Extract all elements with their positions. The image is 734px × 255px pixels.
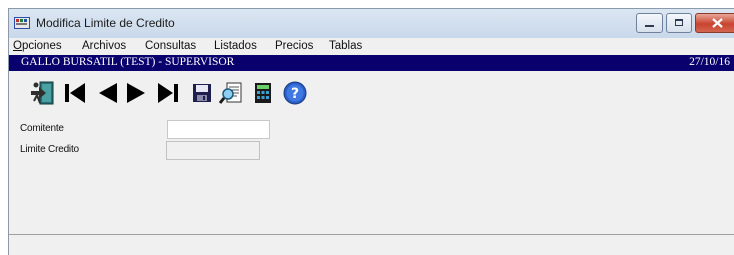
save-button[interactable] bbox=[188, 79, 216, 107]
next-record-button[interactable] bbox=[123, 79, 151, 107]
comitente-label: Comitente bbox=[20, 123, 64, 134]
first-record-button[interactable] bbox=[61, 79, 89, 107]
help-icon: ? bbox=[283, 81, 307, 105]
next-record-icon bbox=[127, 83, 145, 103]
search-button[interactable] bbox=[218, 79, 246, 107]
close-icon bbox=[712, 18, 723, 28]
calculator-icon bbox=[255, 83, 271, 103]
previous-record-button[interactable] bbox=[93, 79, 121, 107]
app-icon bbox=[14, 16, 30, 30]
menu-bar: Opciones Archivos Consultas Listados Pre… bbox=[9, 38, 734, 55]
last-record-icon bbox=[158, 83, 178, 103]
title-bar[interactable]: Modifica Limite de Credito bbox=[9, 9, 734, 39]
menu-archivos[interactable]: Archivos bbox=[82, 40, 126, 52]
svg-text:?: ? bbox=[291, 86, 299, 102]
main-window: Modifica Limite de Credito Opciones Arch… bbox=[8, 8, 734, 255]
menu-opciones[interactable]: Opciones bbox=[13, 40, 62, 52]
session-date: 27/10/16 bbox=[689, 56, 730, 68]
menu-listados[interactable]: Listados bbox=[214, 40, 257, 52]
menu-precios[interactable]: Precios bbox=[275, 40, 313, 52]
menu-tablas[interactable]: Tablas bbox=[329, 40, 362, 52]
previous-record-icon bbox=[99, 83, 117, 103]
bottom-divider bbox=[9, 234, 734, 235]
save-icon bbox=[193, 84, 211, 102]
minimize-icon bbox=[645, 25, 654, 27]
last-record-button[interactable] bbox=[154, 79, 182, 107]
session-bar: GALLO BURSATIL (TEST) - SUPERVISOR 27/10… bbox=[9, 55, 734, 71]
toolbar: ? bbox=[9, 71, 734, 115]
comitente-input[interactable] bbox=[167, 120, 270, 139]
search-document-icon bbox=[218, 82, 242, 104]
minimize-button[interactable] bbox=[636, 13, 663, 33]
menu-consultas[interactable]: Consultas bbox=[145, 40, 196, 52]
exit-button[interactable] bbox=[28, 79, 56, 107]
maximize-icon bbox=[675, 19, 683, 26]
session-info: GALLO BURSATIL (TEST) - SUPERVISOR bbox=[21, 56, 235, 68]
limite-credito-input[interactable] bbox=[166, 141, 260, 160]
first-record-icon bbox=[65, 83, 85, 103]
close-button[interactable] bbox=[695, 13, 734, 33]
help-button[interactable]: ? bbox=[281, 79, 309, 107]
maximize-button[interactable] bbox=[666, 13, 692, 33]
limite-credito-label: Limite Credito bbox=[20, 144, 79, 155]
calculator-button[interactable] bbox=[249, 79, 277, 107]
window-title: Modifica Limite de Credito bbox=[36, 16, 175, 30]
exit-door-icon bbox=[31, 81, 54, 105]
